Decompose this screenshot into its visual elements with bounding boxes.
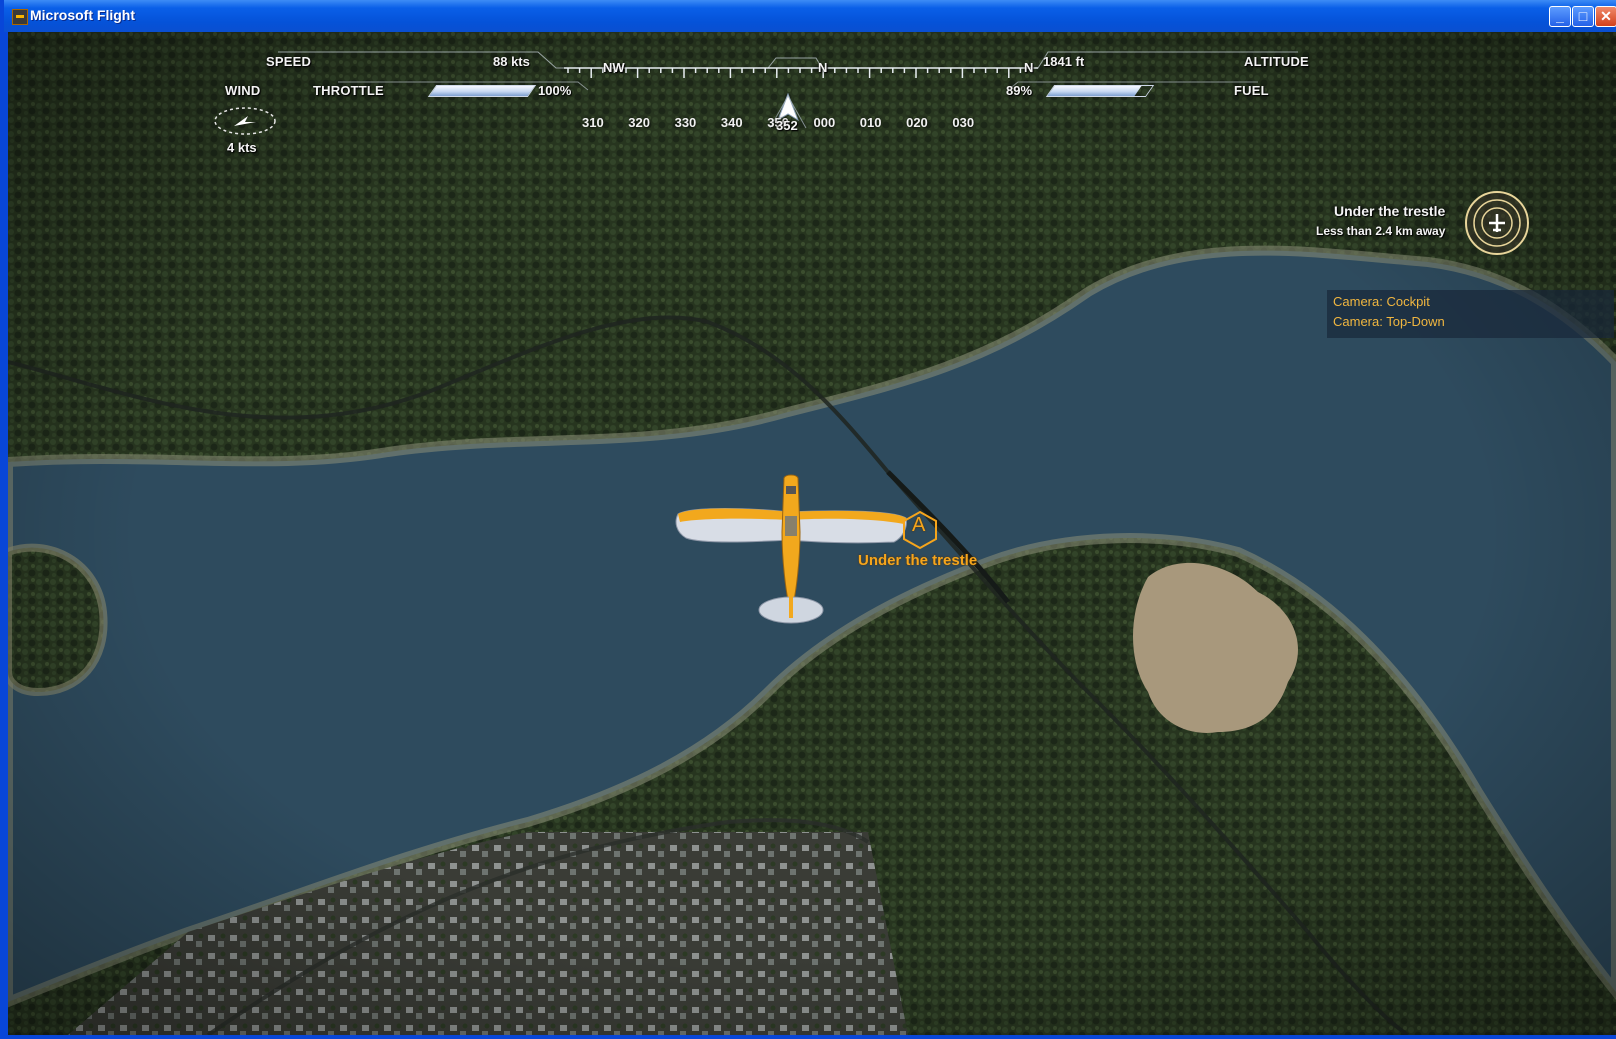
compass-tick-330: 330	[674, 115, 697, 130]
objective-distance: Less than 2.4 km away	[1316, 224, 1446, 238]
camera-option-top-down[interactable]: Camera: Top-Down	[1333, 314, 1445, 329]
app-icon	[12, 9, 28, 25]
compass-tick-030: 030	[952, 115, 975, 130]
title-bar[interactable]: Microsoft Flight _ □ ✕	[4, 0, 1616, 32]
throttle-bar	[427, 85, 537, 97]
close-button[interactable]: ✕	[1595, 6, 1616, 27]
compass-cardinal-ne: N	[1024, 60, 1034, 75]
minimize-button[interactable]: _	[1549, 6, 1571, 27]
wind-indicator-icon	[214, 107, 276, 135]
compass-tick-310: 310	[582, 115, 604, 130]
compass-cardinal-n: N	[818, 60, 828, 75]
altitude-value: 1841 ft	[1043, 54, 1085, 69]
maximize-button[interactable]: □	[1572, 6, 1594, 27]
fuel-bar-fill	[1047, 86, 1142, 96]
window-title: Microsoft Flight	[30, 7, 135, 23]
camera-menu: Camera: Cockpit Camera: Top-Down	[1327, 290, 1614, 338]
camera-option-cockpit[interactable]: Camera: Cockpit	[1333, 294, 1430, 309]
waypoint-letter: A	[912, 514, 926, 536]
compass-tick-000: 000	[813, 115, 836, 130]
throttle-bar-fill	[429, 86, 535, 96]
fuel-bar	[1045, 85, 1155, 97]
speed-label: SPEED	[266, 54, 312, 69]
altitude-label: ALTITUDE	[1244, 54, 1309, 69]
fuel-value: 89%	[1006, 83, 1033, 98]
compass-tick-010: 010	[859, 115, 882, 130]
heading-value: 352	[776, 118, 798, 133]
app-window: Microsoft Flight _ □ ✕ SPEED 88 kts THRO…	[0, 0, 1616, 1039]
objective-compass-icon	[1465, 191, 1529, 255]
objective-title: Under the trestle	[1334, 203, 1446, 219]
compass-tick-320: 320	[628, 115, 650, 130]
speed-value: 88 kts	[493, 54, 530, 69]
flight-viewport[interactable]: SPEED 88 kts THROTTLE 100% WIND 4 kts NW…	[8, 32, 1616, 1035]
wind-value: 4 kts	[227, 140, 257, 155]
waypoint-label: Under the trestle	[858, 552, 978, 569]
compass-cardinal-nw: NW	[603, 60, 625, 75]
wind-label: WIND	[225, 83, 261, 98]
throttle-label: THROTTLE	[313, 83, 384, 98]
compass-tick-020: 020	[906, 115, 928, 130]
compass-tick-340: 340	[720, 115, 743, 130]
throttle-value: 100%	[538, 83, 572, 98]
fuel-label: FUEL	[1234, 83, 1269, 98]
